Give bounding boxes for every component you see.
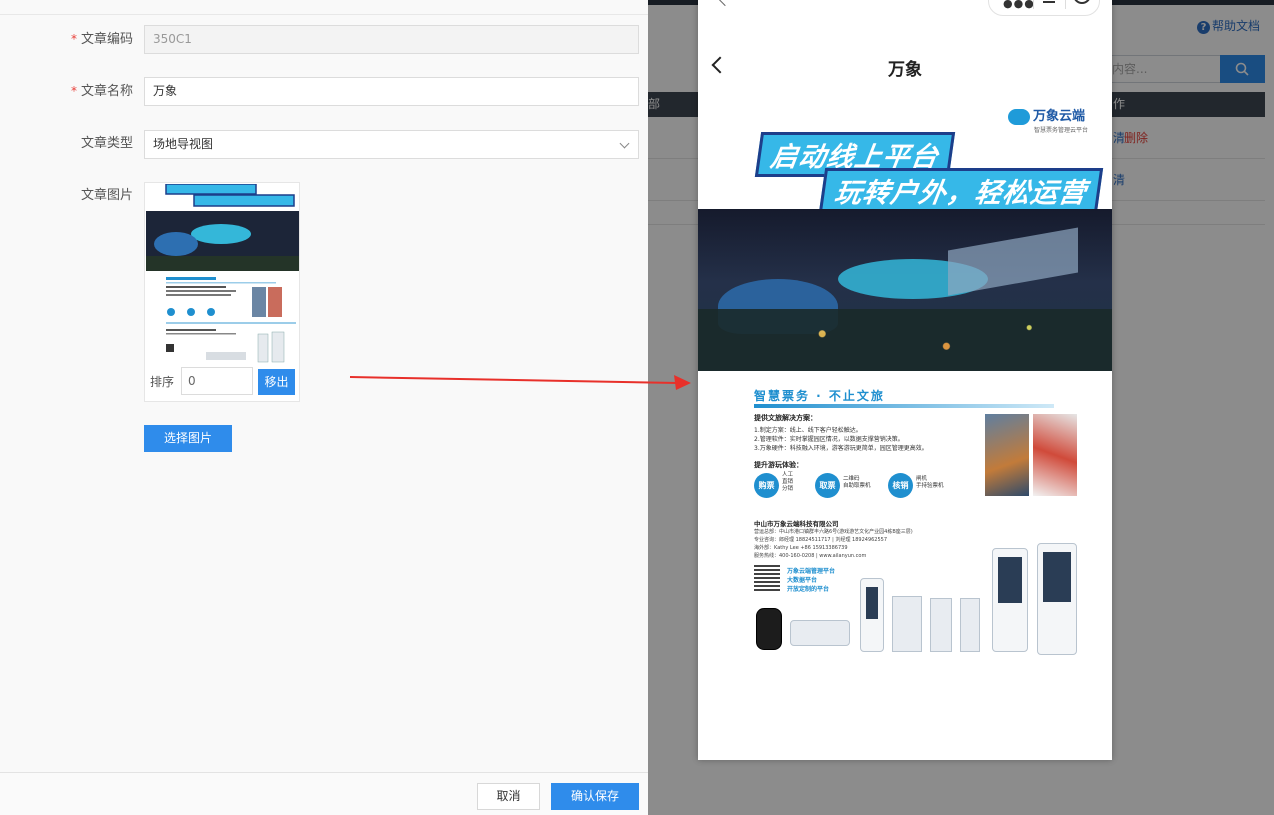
solution-line: 2.管理软件：实时掌握园区情况，以数据支撑营销决策。 bbox=[754, 436, 904, 443]
cloud-logo-icon bbox=[1008, 108, 1030, 125]
cancel-button[interactable]: 取消 bbox=[477, 783, 540, 810]
solution-line: 3.万象硬件：科技融入环境，游客游玩更简单，园区管理更高效。 bbox=[754, 445, 928, 452]
poster-thumbnail-image bbox=[146, 184, 299, 364]
choose-image-button[interactable]: 选择图片 bbox=[144, 425, 232, 452]
more-dots-icon[interactable]: ●●● bbox=[1003, 0, 1035, 10]
image-label: 文章图片 bbox=[80, 188, 133, 203]
sort-label: 排序 bbox=[150, 375, 175, 389]
pos-terminal-device bbox=[790, 620, 850, 646]
type-select[interactable]: 场地导视图 bbox=[144, 130, 639, 159]
photo-building bbox=[948, 227, 1078, 296]
company-info-line: 专业咨询：郎经理 18824511717 | 刘经理 18924962557 bbox=[754, 537, 888, 543]
company-info-line: 营运总部：中山市港口镇群丰六路6号(游戏游艺文化产业园4栋B座三层) bbox=[754, 529, 913, 535]
step-buy-badge: 购票 bbox=[754, 473, 779, 498]
company-name: 中山市万象云端科技有限公司 bbox=[754, 520, 839, 528]
brand-logo: 万象云端 智慧票务管理云平台 bbox=[1008, 105, 1088, 134]
experience-title: 提升游玩体验： bbox=[754, 461, 803, 469]
name-label: * 文章名称 bbox=[70, 84, 133, 99]
poster-image: 万象云端 智慧票务管理云平台 启动线上平台 玩转户外，轻松运营 智慧票务 · 不… bbox=[698, 90, 1112, 670]
miniprogram-capsule: ●●● bbox=[988, 0, 1100, 16]
required-mark: * bbox=[70, 32, 77, 46]
remove-image-button[interactable]: 移出 bbox=[258, 369, 295, 395]
solution-title: 提供文旅解决方案： bbox=[754, 414, 817, 422]
capsule-divider bbox=[1033, 0, 1034, 9]
poster-thumbnail[interactable] bbox=[146, 184, 299, 364]
close-target-icon[interactable] bbox=[1073, 0, 1091, 4]
ticket-kiosk-2 bbox=[1037, 543, 1077, 655]
capsule-divider bbox=[1065, 0, 1066, 9]
type-label: 文章类型 bbox=[80, 136, 133, 151]
ticket-kiosk-1 bbox=[992, 548, 1028, 652]
poster-section-title: 智慧票务 · 不止文旅 bbox=[754, 389, 885, 403]
wristband-device bbox=[756, 608, 782, 650]
step-verify-badge: 核销 bbox=[888, 473, 913, 498]
company-info-line: 服务热线：400-160-0208 | www.ailanyun.com bbox=[754, 553, 867, 559]
name-input[interactable]: 万象 bbox=[144, 77, 639, 106]
turnstile-gate-1 bbox=[892, 596, 922, 652]
confirm-save-button[interactable]: 确认保存 bbox=[551, 783, 639, 810]
platform-note: 大数据平台 bbox=[787, 577, 818, 584]
platform-note: 开放定制的平台 bbox=[787, 586, 830, 593]
qr-code bbox=[754, 565, 780, 591]
photo-lights bbox=[698, 309, 1112, 371]
solution-line: 1.制定方案：线上、线下客户轻松触达。 bbox=[754, 427, 862, 434]
turnstile-gate-2 bbox=[930, 598, 952, 652]
minimize-icon[interactable] bbox=[1043, 1, 1055, 3]
step-collect-note: 二维码 自助取票机 bbox=[843, 476, 871, 489]
phone-preview: ●●● 万象 万象云端 智慧票务管理云平台 启动线上平台 玩转户外，轻松运营 智… bbox=[698, 0, 1112, 760]
chevron-down-icon bbox=[619, 138, 630, 149]
chevron-left-icon[interactable] bbox=[717, 0, 733, 7]
type-select-value: 场地导视图 bbox=[153, 137, 214, 151]
code-label: * 文章编码 bbox=[70, 32, 133, 47]
photo-child-climbing bbox=[985, 414, 1029, 496]
photo-climbing-wall bbox=[1033, 414, 1077, 496]
poster-section-bar bbox=[754, 404, 1054, 408]
article-edit-drawer: * 文章编码 350C1 * 文章名称 万象 文章类型 场地导视图 文章图片 排… bbox=[0, 0, 648, 815]
red-arrow-annotation bbox=[349, 375, 691, 390]
required-mark: * bbox=[70, 84, 77, 98]
code-input[interactable]: 350C1 bbox=[144, 25, 639, 54]
step-buy-note: 人工 直销 分销 bbox=[782, 472, 794, 492]
sort-input[interactable]: 0 bbox=[181, 367, 253, 395]
image-card: 排序 0 移出 bbox=[144, 182, 300, 402]
turnstile-gate-3 bbox=[960, 598, 980, 652]
drawer-header-divider bbox=[0, 14, 648, 15]
drawer-footer: 取消 确认保存 bbox=[0, 772, 648, 815]
platform-note: 万象云端管理平台 bbox=[787, 568, 836, 575]
step-collect-badge: 取票 bbox=[815, 473, 840, 498]
handheld-stand-device bbox=[860, 578, 884, 652]
phone-page-title: 万象 bbox=[888, 60, 922, 80]
company-info-line: 海外部：Kathy Lee +86 15913386739 bbox=[754, 545, 848, 551]
step-verify-note: 闸机 手持验票机 bbox=[916, 476, 944, 489]
poster-headline-2: 玩转户外，轻松运营 bbox=[818, 168, 1104, 213]
aerial-park-photo bbox=[698, 209, 1112, 371]
